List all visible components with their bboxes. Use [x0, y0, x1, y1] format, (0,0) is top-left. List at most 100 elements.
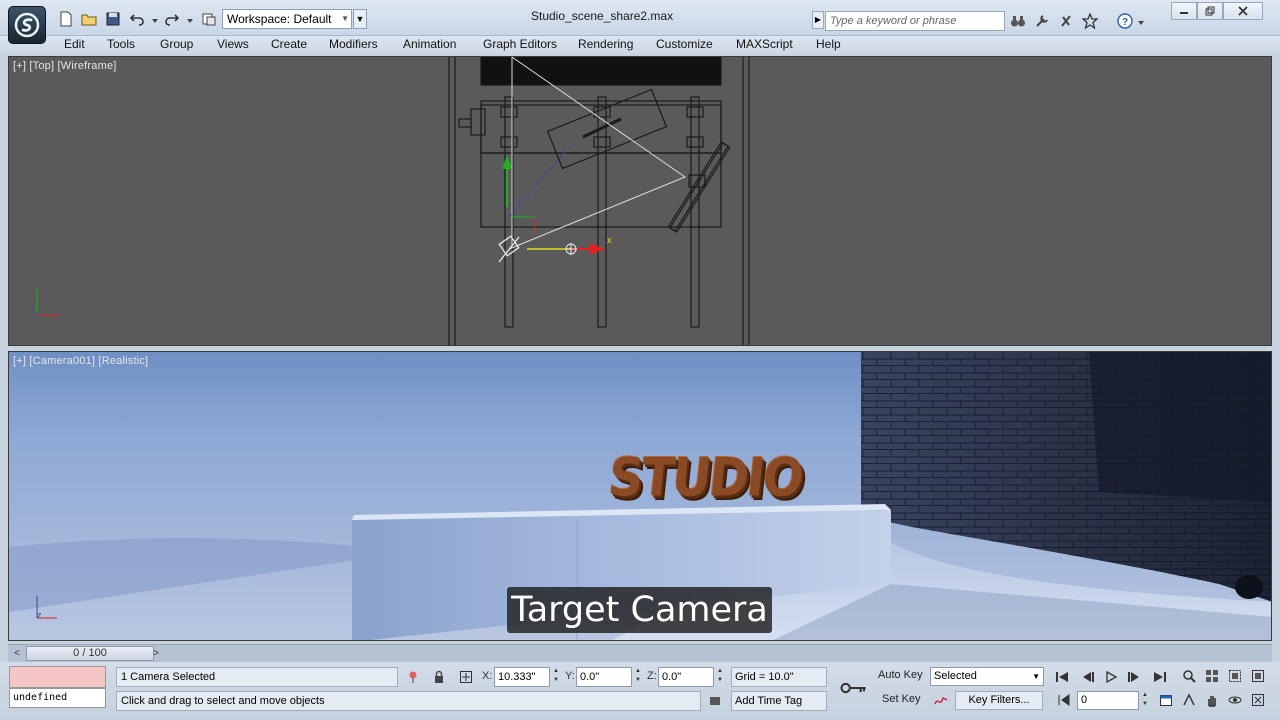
set-key-big-icon[interactable]	[836, 676, 872, 700]
add-time-tag-button[interactable]: Add Time Tag	[731, 691, 827, 711]
chevron-down-icon: ▼	[341, 14, 349, 23]
orbit-icon[interactable]	[1227, 692, 1243, 708]
prompt-line: Click and drag to select and move object…	[116, 691, 701, 711]
curve-icon[interactable]	[933, 693, 949, 709]
set-key-button[interactable]: Set Key	[882, 693, 921, 705]
y-coordinate-field[interactable]: 0.0"	[576, 667, 632, 687]
help-icon[interactable]: ?	[1116, 12, 1134, 30]
menu-modifiers[interactable]: Modifiers	[326, 36, 381, 52]
y-spinner-icon[interactable]: ▲ ▼	[634, 667, 642, 687]
subtitle-caption: Target Camera	[507, 587, 772, 633]
z-spinner-icon[interactable]: ▲ ▼	[716, 667, 724, 687]
chevron-down-icon: ▼	[1032, 672, 1040, 681]
time-slider-next-button[interactable]: >	[149, 646, 163, 661]
menu-views[interactable]: Views	[214, 36, 252, 52]
restore-icon	[1205, 6, 1215, 16]
search-expand-icon[interactable]: ▶	[812, 11, 824, 29]
previous-frame-icon[interactable]	[1078, 668, 1098, 686]
key-mode-dropdown[interactable]: Selected ▼	[930, 667, 1044, 686]
favorites-star-icon[interactable]	[1081, 12, 1099, 30]
x-spinner-icon[interactable]: ▲ ▼	[552, 667, 560, 687]
maxscript-listener-input[interactable]	[9, 666, 106, 688]
x-coordinate-field[interactable]: 10.333"	[494, 667, 550, 687]
pan-hand-icon[interactable]	[1204, 692, 1220, 708]
undo-list-icon[interactable]	[151, 14, 159, 23]
workspace-selector[interactable]: Workspace: Default ▼	[222, 9, 352, 29]
selection-status: 1 Camera Selected	[116, 667, 398, 687]
tools-icon[interactable]	[1033, 12, 1051, 30]
undo-icon[interactable]	[128, 10, 146, 28]
time-configuration-icon[interactable]	[1158, 692, 1174, 708]
time-slider-thumb[interactable]: 0 / 100	[26, 646, 154, 661]
menu-animation[interactable]: Animation	[400, 36, 459, 52]
help-menu-icon[interactable]	[1137, 16, 1145, 25]
x-coordinate-label: X:	[482, 670, 493, 682]
menu-graph-editors[interactable]: Graph Editors	[480, 36, 560, 52]
open-folder-icon[interactable]	[80, 10, 98, 28]
menu-group[interactable]: Group	[157, 36, 196, 52]
camera-viewport-label[interactable]: [+] [Camera001] [Realistic]	[13, 355, 148, 367]
app-logo-icon	[14, 12, 40, 38]
menu-help[interactable]: Help	[813, 36, 844, 52]
close-button[interactable]	[1223, 2, 1263, 20]
menu-bar: Edit Tools Group Views Create Modifiers …	[0, 36, 1280, 54]
redo-list-icon[interactable]	[186, 14, 194, 23]
top-wireframe-scene: x	[30, 57, 750, 345]
key-filters-button[interactable]: Key Filters...	[955, 691, 1043, 710]
top-viewport[interactable]: x [+] [Top] [Wireframe]	[8, 56, 1272, 346]
menu-tools[interactable]: Tools	[104, 36, 138, 52]
zoom-all-icon[interactable]	[1204, 668, 1220, 684]
play-icon[interactable]	[1101, 668, 1121, 686]
menu-maxscript[interactable]: MAXScript	[733, 36, 796, 52]
redo-icon[interactable]	[163, 10, 181, 28]
isolate-icon[interactable]	[405, 669, 421, 685]
z-coordinate-label: Z:	[647, 670, 657, 682]
zoom-icon[interactable]	[1181, 668, 1197, 684]
document-title: Studio_scene_share2.max	[531, 9, 674, 23]
time-tag-icon[interactable]	[707, 693, 723, 709]
next-frame-icon[interactable]	[1124, 668, 1144, 686]
binoculars-icon[interactable]	[1009, 12, 1027, 30]
studio-3d-text: STUDIO	[605, 447, 806, 509]
field-of-view-icon[interactable]	[1181, 692, 1197, 708]
search-input[interactable]: Type a keyword or phrase	[825, 11, 1005, 31]
go-to-start-icon[interactable]	[1052, 668, 1072, 686]
svg-text:?: ?	[1122, 17, 1128, 28]
maximize-viewport-icon[interactable]	[1250, 692, 1266, 708]
title-bar: Workspace: Default ▼ ▼ Studio_scene_shar…	[0, 0, 1280, 44]
status-bar: undefined 1 Camera Selected Click and dr…	[0, 662, 1280, 720]
lock-selection-icon[interactable]	[431, 669, 447, 685]
save-icon[interactable]	[104, 10, 122, 28]
application-button[interactable]	[8, 6, 46, 44]
auto-key-button[interactable]: Auto Key	[878, 669, 923, 681]
current-frame-field[interactable]: 0	[1077, 691, 1139, 710]
restore-button[interactable]	[1197, 2, 1223, 20]
grid-size-readout: Grid = 10.0"	[731, 667, 827, 687]
top-axis-x-label: x	[607, 235, 612, 245]
minimize-icon	[1180, 12, 1188, 14]
menu-edit[interactable]: Edit	[61, 36, 88, 52]
close-icon	[1238, 6, 1248, 16]
project-folder-icon[interactable]	[200, 10, 218, 28]
time-slider-prev-button[interactable]: <	[10, 646, 24, 661]
minimize-button[interactable]	[1171, 2, 1197, 20]
zoom-extents-all-icon[interactable]	[1250, 668, 1266, 684]
go-to-end-icon[interactable]	[1150, 668, 1170, 686]
menu-create[interactable]: Create	[268, 36, 310, 52]
menu-customize[interactable]: Customize	[653, 36, 716, 52]
zoom-extents-icon[interactable]	[1227, 668, 1243, 684]
key-mode-toggle-icon[interactable]	[1056, 692, 1072, 708]
subscription-icon[interactable]	[1057, 12, 1075, 30]
key-mode-value: Selected	[934, 670, 977, 682]
time-slider[interactable]: < 0 / 100 >	[8, 644, 1272, 662]
new-file-icon[interactable]	[57, 10, 75, 28]
transform-mode-icon[interactable]	[458, 669, 474, 685]
workspace-label: Workspace: Default	[227, 12, 332, 26]
z-coordinate-field[interactable]: 0.0"	[658, 667, 714, 687]
top-viewport-label[interactable]: [+] [Top] [Wireframe]	[13, 60, 117, 72]
frame-spinner-icon[interactable]: ▲ ▼	[1141, 691, 1149, 711]
quick-access-customize-icon[interactable]: ▼	[353, 9, 367, 29]
y-coordinate-label: Y:	[565, 670, 575, 682]
menu-rendering[interactable]: Rendering	[575, 36, 636, 52]
maxscript-listener-output[interactable]: undefined	[9, 688, 106, 708]
